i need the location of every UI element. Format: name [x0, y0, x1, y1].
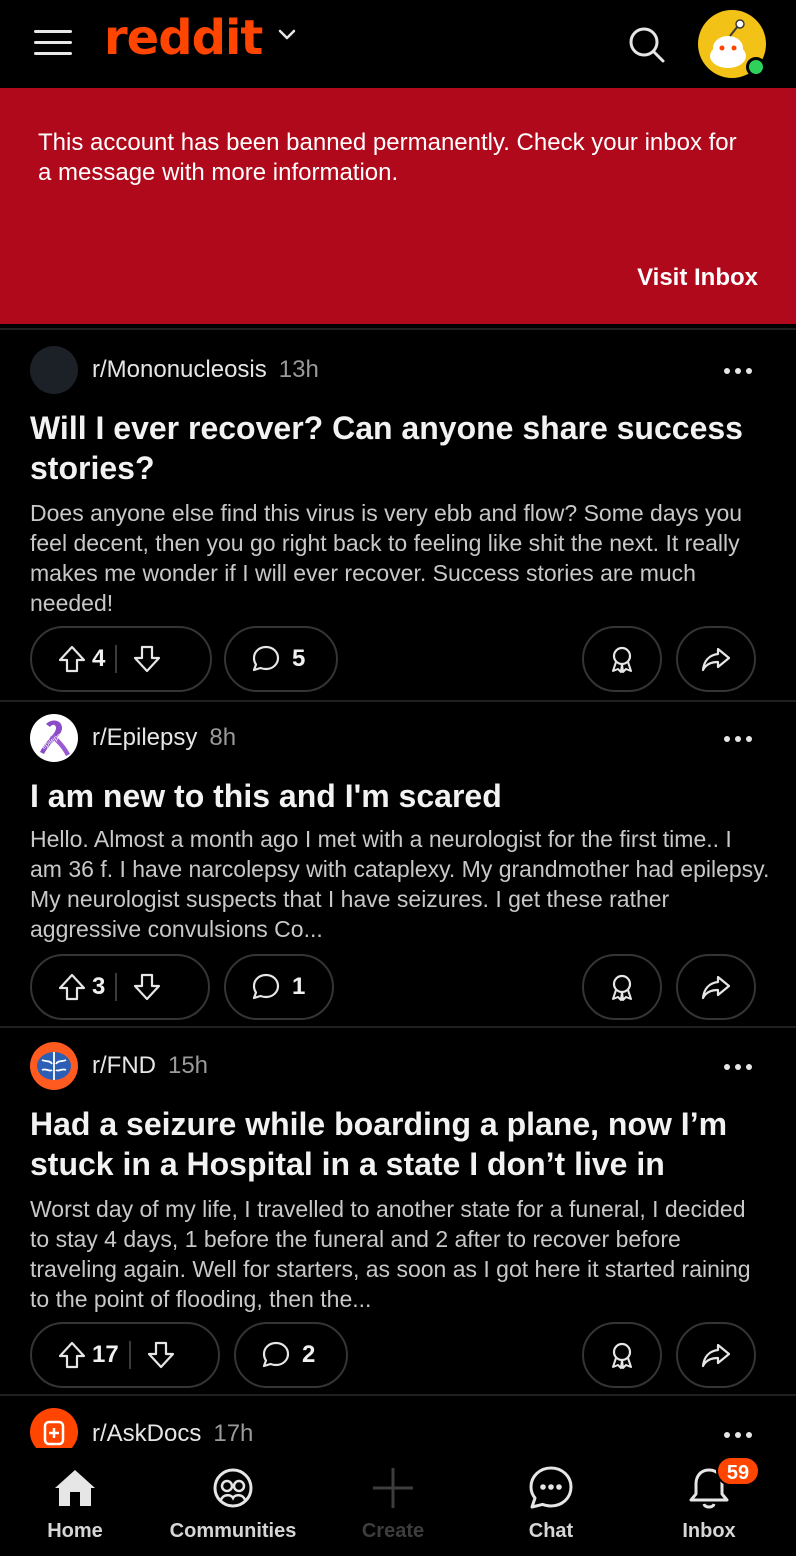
award-button[interactable] [582, 626, 662, 692]
comment-icon [252, 973, 280, 1000]
award-icon [612, 974, 632, 1001]
comments-button[interactable]: 2 [234, 1322, 348, 1388]
downvote-icon[interactable] [141, 1335, 181, 1375]
downvote-icon[interactable] [127, 639, 167, 679]
chat-icon [529, 1466, 573, 1509]
post-time: 17h [213, 1420, 254, 1447]
vote-count: 4 [92, 645, 106, 672]
comment-count: 1 [292, 973, 306, 1000]
subreddit-name[interactable]: r/AskDocs [92, 1420, 201, 1447]
comment-icon [252, 645, 280, 672]
vote-bar: 17 [30, 1322, 220, 1388]
subreddit-name[interactable]: r/Mononucleosis [92, 356, 267, 383]
share-icon [701, 975, 731, 1000]
downvote-icon[interactable] [127, 967, 167, 1007]
award-button[interactable] [582, 954, 662, 1020]
subreddit-name[interactable]: r/FND [92, 1052, 156, 1079]
post-title[interactable]: I am new to this and I'm scared [30, 776, 770, 816]
online-status-dot [746, 57, 766, 77]
more-options-icon[interactable] [724, 734, 756, 744]
menu-icon[interactable] [34, 26, 74, 58]
subreddit-avatar[interactable] [30, 346, 78, 394]
comments-button[interactable]: 5 [224, 626, 338, 692]
award-button[interactable] [582, 1322, 662, 1388]
post-card[interactable]: r/Mononucleosis 13h Will I ever recover? … [0, 332, 796, 700]
nav-inbox-label: Inbox [682, 1520, 736, 1542]
nav-chat[interactable]: Chat [476, 1448, 626, 1556]
nav-chat-label: Chat [528, 1520, 574, 1542]
share-icon [701, 1343, 731, 1368]
post-title[interactable]: Will I ever recover? Can anyone share su… [30, 408, 770, 488]
top-header: reddit [0, 0, 796, 88]
post-meta: r/Mononucleosis 13h [92, 356, 319, 384]
communities-icon [213, 1468, 253, 1508]
post-meta: r/FND 15h [92, 1052, 208, 1080]
comment-count: 2 [302, 1341, 316, 1368]
comment-count: 5 [292, 645, 306, 672]
search-icon[interactable] [624, 22, 668, 66]
more-options-icon[interactable] [724, 366, 756, 376]
vote-bar: 4 [30, 626, 212, 692]
vote-count: 17 [92, 1341, 119, 1368]
subreddit-avatar[interactable] [30, 1408, 78, 1448]
post-card[interactable]: r/AskDocs 17h [0, 1396, 796, 1448]
vote-bar: 3 [30, 954, 210, 1020]
post-time: 8h [209, 724, 237, 751]
ban-banner: This account has been banned permanently… [0, 88, 796, 324]
upvote-icon[interactable] [52, 967, 92, 1007]
vote-separator [115, 645, 118, 673]
award-icon [612, 1342, 632, 1369]
reddit-logo[interactable]: reddit [104, 10, 263, 66]
comment-icon [262, 1341, 290, 1368]
nav-communities-label: Communities [169, 1520, 297, 1542]
post-body[interactable]: Hello. Almost a month ago I met with a n… [30, 824, 770, 944]
more-options-icon[interactable] [724, 1430, 756, 1440]
nav-communities[interactable]: Communities [158, 1448, 308, 1556]
share-icon [701, 647, 731, 672]
nav-create-label: Create [361, 1520, 425, 1542]
plus-icon [373, 1468, 413, 1508]
post-meta: r/Epilepsy 8h [92, 724, 236, 752]
inbox-badge: 59 [716, 1456, 760, 1486]
post-body[interactable]: Worst day of my life, I travelled to ano… [30, 1194, 770, 1314]
upvote-icon[interactable] [52, 639, 92, 679]
nav-create[interactable]: Create [318, 1448, 468, 1556]
nav-home[interactable]: Home [0, 1448, 150, 1556]
bottom-navigation: Home Communities Create Chat 59 Inbox [0, 1448, 796, 1556]
vote-separator [128, 1341, 131, 1369]
nav-home-label: Home [47, 1520, 103, 1542]
share-button[interactable] [676, 1322, 756, 1388]
subreddit-avatar[interactable]: epilepsy [30, 714, 78, 762]
post-time: 13h [278, 356, 319, 383]
post-body[interactable]: Does anyone else find this virus is very… [30, 498, 770, 618]
post-title[interactable]: Had a seizure while boarding a plane, no… [30, 1104, 780, 1184]
post-meta: r/AskDocs 17h [92, 1420, 253, 1448]
post-card[interactable]: r/FND 15h Had a seizure while boarding a … [0, 1028, 796, 1394]
vote-count: 3 [92, 973, 106, 1000]
subreddit-avatar[interactable] [30, 1042, 78, 1090]
home-icon [55, 1470, 95, 1506]
more-options-icon[interactable] [724, 1062, 756, 1072]
share-button[interactable] [676, 954, 756, 1020]
chevron-down-icon[interactable] [276, 24, 298, 46]
visit-inbox-link[interactable]: Visit Inbox [637, 264, 758, 292]
vote-separator [115, 973, 118, 1001]
subreddit-name[interactable]: r/Epilepsy [92, 724, 197, 751]
ban-message: This account has been banned permanently… [38, 129, 737, 186]
post-time: 15h [167, 1052, 209, 1079]
comments-button[interactable]: 1 [224, 954, 334, 1020]
nav-inbox[interactable]: 59 Inbox [634, 1448, 784, 1556]
share-button[interactable] [676, 626, 756, 692]
award-icon [612, 646, 632, 673]
upvote-icon[interactable] [52, 1335, 92, 1375]
post-card[interactable]: epilepsy r/Epilepsy 8h I am new to this a… [0, 702, 796, 1026]
divider [0, 328, 796, 330]
